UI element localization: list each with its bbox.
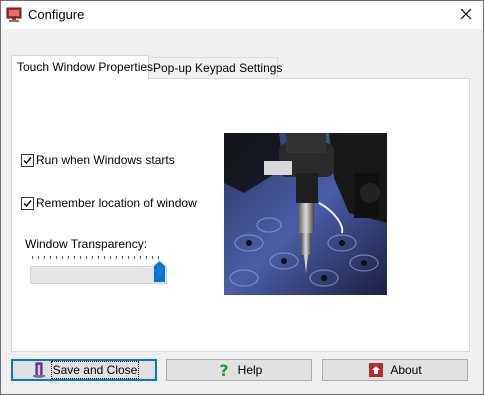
question-icon: ? xyxy=(216,362,232,378)
close-icon xyxy=(460,8,472,23)
run-on-startup-checkbox[interactable] xyxy=(21,153,34,167)
run-on-startup-label: Run when Windows starts xyxy=(36,153,175,167)
help-label: Help xyxy=(237,363,263,377)
remember-location-option[interactable]: Remember location of window xyxy=(21,196,197,210)
dispenser-photo xyxy=(224,133,387,295)
save-and-close-button[interactable]: Save and Close xyxy=(11,359,157,381)
save-and-close-label: Save and Close xyxy=(50,361,140,379)
about-icon xyxy=(368,362,384,378)
remember-location-checkbox[interactable] xyxy=(21,196,34,210)
tab-label: Pop-up Keypad Settings xyxy=(153,61,283,75)
tab-touch-window-properties[interactable]: Touch Window Properties xyxy=(11,55,153,80)
window-title: Configure xyxy=(28,7,85,22)
help-button[interactable]: ? Help xyxy=(166,359,312,381)
monitor-icon xyxy=(6,7,22,23)
title-bar[interactable]: Configure xyxy=(1,1,483,29)
svg-text:?: ? xyxy=(219,362,228,378)
slider-ticks xyxy=(32,256,159,259)
about-label: About xyxy=(390,363,422,377)
slider-thumb[interactable] xyxy=(154,261,165,282)
about-button[interactable]: About xyxy=(322,359,468,381)
run-on-startup-option[interactable]: Run when Windows starts xyxy=(21,153,175,167)
save-close-icon xyxy=(31,362,47,378)
touch-window-properties-panel: Run when Windows starts Remember locatio… xyxy=(11,78,470,352)
transparency-slider[interactable] xyxy=(30,256,167,286)
configure-window: Configure Touch Window Properties Pop-up… xyxy=(0,0,484,395)
slider-track[interactable] xyxy=(30,266,167,284)
remember-location-label: Remember location of window xyxy=(36,196,197,210)
tab-label: Touch Window Properties xyxy=(17,60,154,74)
close-button[interactable] xyxy=(449,1,483,29)
transparency-label: Window Transparency: xyxy=(25,237,148,251)
tab-popup-keypad-settings[interactable]: Pop-up Keypad Settings xyxy=(147,57,282,78)
